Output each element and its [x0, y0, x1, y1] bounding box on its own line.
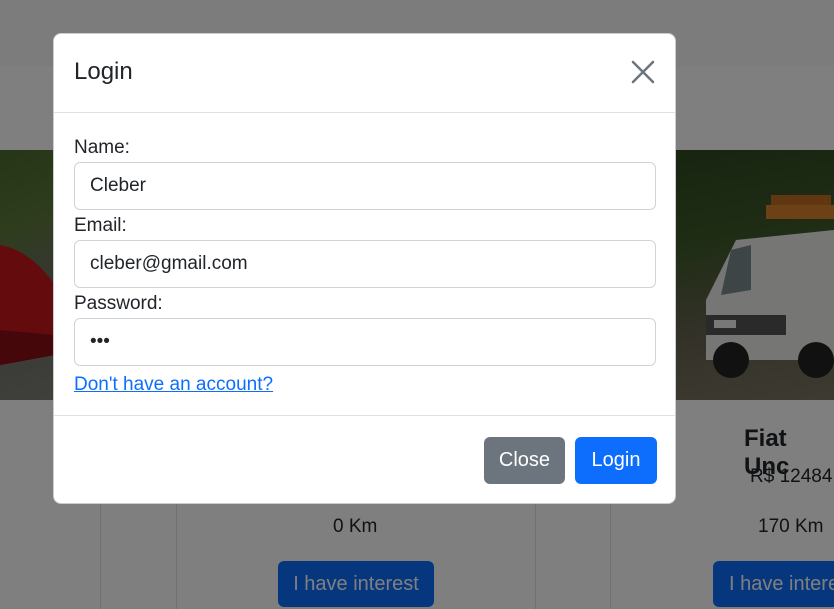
email-label: Email: — [74, 215, 127, 236]
login-button[interactable]: Login — [575, 437, 657, 484]
modal-body: Name: Email: Password: Don't have an acc… — [74, 134, 656, 396]
email-input[interactable] — [74, 240, 656, 288]
close-button[interactable]: Close — [484, 437, 565, 484]
login-modal: Login Name: Email: Password: Don't have … — [53, 33, 676, 504]
modal-header: Login — [54, 34, 675, 113]
close-icon[interactable] — [629, 58, 657, 86]
password-label: Password: — [74, 293, 163, 314]
name-input[interactable] — [74, 162, 656, 210]
modal-title: Login — [74, 58, 133, 85]
signup-link[interactable]: Don't have an account? — [74, 374, 273, 396]
modal-footer: Close Login — [54, 415, 675, 505]
name-label: Name: — [74, 137, 130, 158]
password-input[interactable] — [74, 318, 656, 366]
